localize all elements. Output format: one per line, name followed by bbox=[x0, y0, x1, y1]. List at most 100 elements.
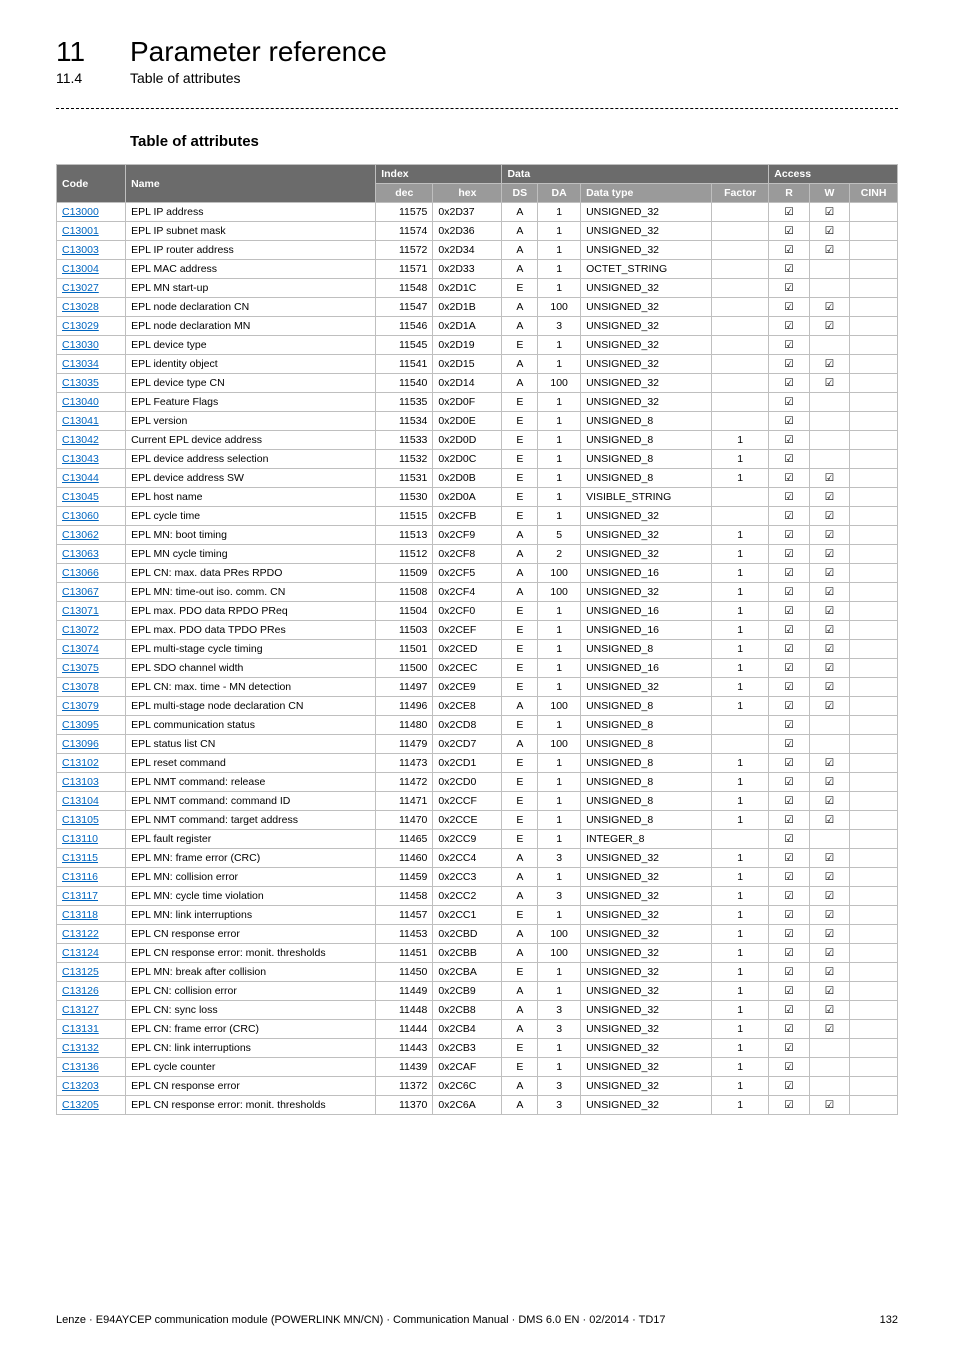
cell-w: ☑ bbox=[809, 526, 849, 545]
code-link[interactable]: C13041 bbox=[57, 412, 126, 431]
code-link[interactable]: C13116 bbox=[57, 868, 126, 887]
cell-hex: 0x2CB8 bbox=[433, 1001, 502, 1020]
code-link[interactable]: C13004 bbox=[57, 260, 126, 279]
cell-r: ☑ bbox=[769, 735, 809, 754]
cell-da: 1 bbox=[538, 203, 581, 222]
code-link[interactable]: C13105 bbox=[57, 811, 126, 830]
cell-dtype: UNSIGNED_8 bbox=[581, 754, 712, 773]
cell-name: EPL MAC address bbox=[126, 260, 376, 279]
code-link[interactable]: C13000 bbox=[57, 203, 126, 222]
code-link[interactable]: C13126 bbox=[57, 982, 126, 1001]
code-link[interactable]: C13060 bbox=[57, 507, 126, 526]
cell-ds: A bbox=[502, 925, 538, 944]
code-link[interactable]: C13075 bbox=[57, 659, 126, 678]
cell-r: ☑ bbox=[769, 279, 809, 298]
code-link[interactable]: C13104 bbox=[57, 792, 126, 811]
code-link[interactable]: C13110 bbox=[57, 830, 126, 849]
table-row: C13003EPL IP router address115720x2D34A1… bbox=[57, 241, 898, 260]
code-link[interactable]: C13030 bbox=[57, 336, 126, 355]
code-link[interactable]: C13079 bbox=[57, 697, 126, 716]
cell-cinh bbox=[850, 887, 898, 906]
code-link[interactable]: C13096 bbox=[57, 735, 126, 754]
cell-dec: 11458 bbox=[376, 887, 433, 906]
cell-dtype: UNSIGNED_32 bbox=[581, 678, 712, 697]
code-link[interactable]: C13034 bbox=[57, 355, 126, 374]
table-row: C13072EPL max. PDO data TPDO PRes115030x… bbox=[57, 621, 898, 640]
table-row: C13132EPL CN: link interruptions114430x2… bbox=[57, 1039, 898, 1058]
cell-da: 1 bbox=[538, 336, 581, 355]
cell-da: 1 bbox=[538, 355, 581, 374]
code-link[interactable]: C13118 bbox=[57, 906, 126, 925]
code-link[interactable]: C13124 bbox=[57, 944, 126, 963]
colgroup-data: Data bbox=[502, 165, 769, 184]
cell-w: ☑ bbox=[809, 678, 849, 697]
col-cinh: CINH bbox=[850, 184, 898, 203]
code-link[interactable]: C13071 bbox=[57, 602, 126, 621]
code-link[interactable]: C13127 bbox=[57, 1001, 126, 1020]
code-link[interactable]: C13028 bbox=[57, 298, 126, 317]
cell-da: 3 bbox=[538, 887, 581, 906]
col-hex: hex bbox=[433, 184, 502, 203]
code-link[interactable]: C13103 bbox=[57, 773, 126, 792]
table-row: C13203EPL CN response error113720x2C6CA3… bbox=[57, 1077, 898, 1096]
cell-cinh bbox=[850, 602, 898, 621]
cell-name: EPL MN: break after collision bbox=[126, 963, 376, 982]
cell-dtype: UNSIGNED_32 bbox=[581, 298, 712, 317]
code-link[interactable]: C13044 bbox=[57, 469, 126, 488]
cell-hex: 0x2CB3 bbox=[433, 1039, 502, 1058]
code-link[interactable]: C13045 bbox=[57, 488, 126, 507]
code-link[interactable]: C13063 bbox=[57, 545, 126, 564]
code-link[interactable]: C13029 bbox=[57, 317, 126, 336]
code-link[interactable]: C13132 bbox=[57, 1039, 126, 1058]
cell-cinh bbox=[850, 203, 898, 222]
cell-dtype: UNSIGNED_8 bbox=[581, 412, 712, 431]
cell-factor bbox=[712, 374, 769, 393]
cell-r: ☑ bbox=[769, 469, 809, 488]
cell-da: 1 bbox=[538, 659, 581, 678]
cell-da: 100 bbox=[538, 564, 581, 583]
code-link[interactable]: C13131 bbox=[57, 1020, 126, 1039]
code-link[interactable]: C13001 bbox=[57, 222, 126, 241]
code-link[interactable]: C13203 bbox=[57, 1077, 126, 1096]
code-link[interactable]: C13102 bbox=[57, 754, 126, 773]
code-link[interactable]: C13035 bbox=[57, 374, 126, 393]
code-link[interactable]: C13062 bbox=[57, 526, 126, 545]
code-link[interactable]: C13027 bbox=[57, 279, 126, 298]
code-link[interactable]: C13074 bbox=[57, 640, 126, 659]
cell-dtype: UNSIGNED_32 bbox=[581, 393, 712, 412]
cell-r: ☑ bbox=[769, 925, 809, 944]
table-row: C13116EPL MN: collision error114590x2CC3… bbox=[57, 868, 898, 887]
cell-r: ☑ bbox=[769, 507, 809, 526]
code-link[interactable]: C13040 bbox=[57, 393, 126, 412]
code-link[interactable]: C13043 bbox=[57, 450, 126, 469]
cell-dtype: UNSIGNED_32 bbox=[581, 982, 712, 1001]
cell-w bbox=[809, 279, 849, 298]
code-link[interactable]: C13066 bbox=[57, 564, 126, 583]
cell-dec: 11451 bbox=[376, 944, 433, 963]
cell-cinh bbox=[850, 773, 898, 792]
code-link[interactable]: C13205 bbox=[57, 1096, 126, 1115]
code-link[interactable]: C13072 bbox=[57, 621, 126, 640]
cell-da: 2 bbox=[538, 545, 581, 564]
code-link[interactable]: C13095 bbox=[57, 716, 126, 735]
cell-dec: 11449 bbox=[376, 982, 433, 1001]
code-link[interactable]: C13078 bbox=[57, 678, 126, 697]
code-link[interactable]: C13136 bbox=[57, 1058, 126, 1077]
cell-cinh bbox=[850, 241, 898, 260]
code-link[interactable]: C13067 bbox=[57, 583, 126, 602]
cell-da: 1 bbox=[538, 792, 581, 811]
code-link[interactable]: C13122 bbox=[57, 925, 126, 944]
cell-da: 1 bbox=[538, 716, 581, 735]
code-link[interactable]: C13117 bbox=[57, 887, 126, 906]
cell-dtype: UNSIGNED_32 bbox=[581, 1058, 712, 1077]
cell-cinh bbox=[850, 621, 898, 640]
cell-dtype: UNSIGNED_32 bbox=[581, 374, 712, 393]
code-link[interactable]: C13042 bbox=[57, 431, 126, 450]
code-link[interactable]: C13115 bbox=[57, 849, 126, 868]
divider-dashed bbox=[56, 108, 898, 109]
code-link[interactable]: C13003 bbox=[57, 241, 126, 260]
code-link[interactable]: C13125 bbox=[57, 963, 126, 982]
cell-ds: A bbox=[502, 355, 538, 374]
cell-da: 1 bbox=[538, 488, 581, 507]
cell-ds: E bbox=[502, 963, 538, 982]
